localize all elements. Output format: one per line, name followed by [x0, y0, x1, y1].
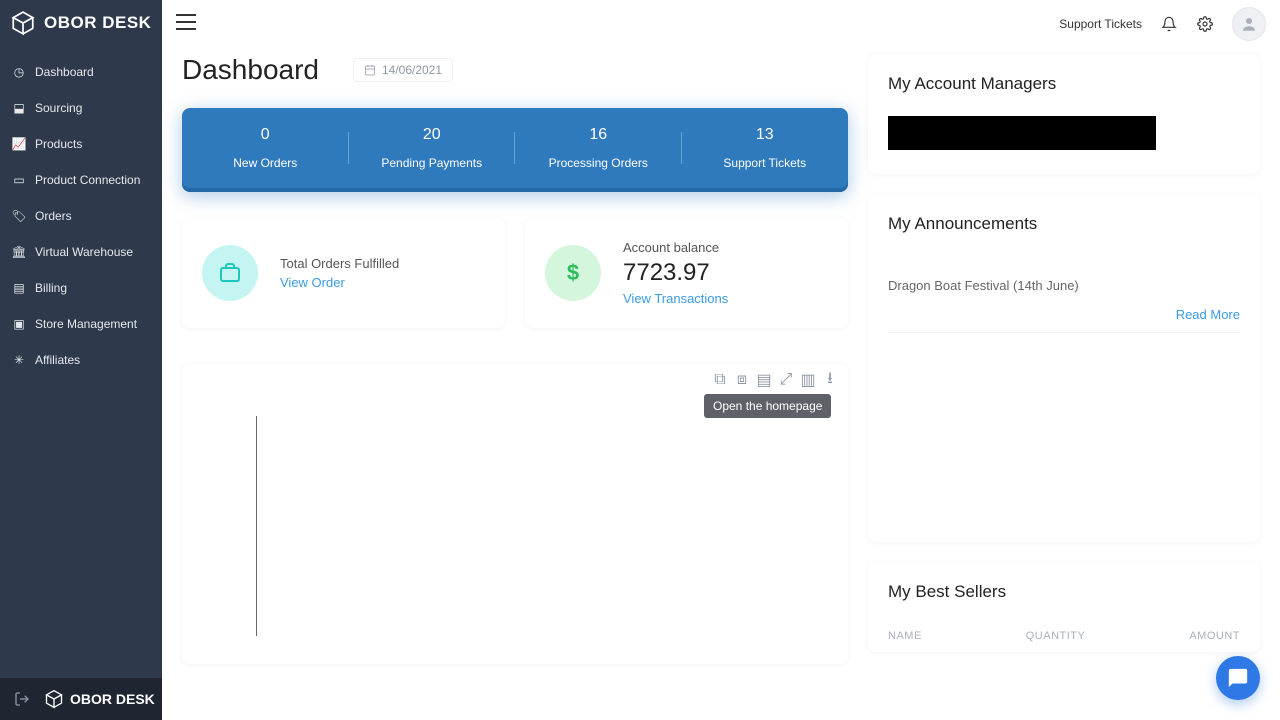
chart-tool-zoom[interactable]: ⤢: [778, 372, 794, 388]
receipt-icon: ▤: [12, 281, 26, 295]
chart-line-icon: 📈: [12, 137, 26, 151]
main: Support Tickets Dashboard 14/06/2021 0Ne…: [162, 0, 1280, 720]
view-order-link[interactable]: View Order: [280, 275, 399, 290]
inbox-icon: ⬓: [12, 101, 26, 115]
sparkle-icon: ✳: [12, 353, 26, 367]
announcements-title: My Announcements: [888, 214, 1240, 234]
cube-icon: [44, 689, 64, 709]
col-name: NAME: [888, 630, 922, 642]
hamburger-icon: [176, 14, 196, 30]
right-column: My Account Managers My Announcements Dra…: [868, 54, 1260, 664]
account-managers-panel: My Account Managers: [868, 54, 1260, 174]
gauge-icon: ◷: [12, 65, 26, 79]
chart-axis: [256, 416, 774, 636]
bottom-bar: OBOR DESK: [0, 678, 162, 720]
sidebar-item-dashboard[interactable]: ◷Dashboard: [0, 54, 162, 90]
managers-title: My Account Managers: [888, 74, 1240, 94]
dollar-icon: $: [545, 245, 601, 301]
col-quantity: QUANTITY: [1026, 630, 1086, 642]
chart-toolbar: ⧉ ⧈ ▤ ⤢ ▥ ⭳: [192, 372, 838, 388]
stat-processing-orders[interactable]: 16Processing Orders: [515, 126, 682, 170]
best-sellers-title: My Best Sellers: [888, 582, 1240, 602]
sidebar-item-orders[interactable]: 🏷Orders: [0, 198, 162, 234]
chart-tool-crop[interactable]: ⧉: [712, 372, 728, 388]
stat-new-orders[interactable]: 0New Orders: [182, 126, 349, 170]
page-title: Dashboard: [182, 54, 319, 86]
chart-tool-expand[interactable]: ⧈: [734, 372, 750, 388]
table-header: NAME QUANTITY AMOUNT: [888, 630, 1240, 642]
bottom-brand[interactable]: OBOR DESK: [44, 689, 155, 709]
menu-toggle[interactable]: [176, 14, 196, 35]
content: Dashboard 14/06/2021 0New Orders 20Pendi…: [162, 48, 1280, 664]
sidebar-item-sourcing[interactable]: ⬓Sourcing: [0, 90, 162, 126]
sidebar-item-affiliates[interactable]: ✳Affiliates: [0, 342, 162, 378]
chat-fab[interactable]: [1216, 656, 1260, 700]
view-transactions-link[interactable]: View Transactions: [623, 291, 728, 306]
logo[interactable]: OBOR DESK: [0, 0, 162, 54]
read-more-link[interactable]: Read More: [888, 307, 1240, 322]
settings-button[interactable]: [1196, 15, 1214, 33]
stats-card: 0New Orders 20Pending Payments 16Process…: [182, 108, 848, 192]
fulfilled-card: Total Orders Fulfilled View Order: [182, 218, 505, 328]
chart-tool-bar[interactable]: ▥: [800, 372, 816, 388]
divider: [888, 332, 1240, 333]
stat-support-tickets[interactable]: 13Support Tickets: [682, 126, 849, 170]
notifications-button[interactable]: [1160, 15, 1178, 33]
cube-icon: [10, 10, 36, 36]
store-icon: ▣: [12, 317, 26, 331]
user-icon: [1240, 15, 1258, 33]
gear-icon: [1197, 16, 1213, 32]
avatar[interactable]: [1232, 7, 1266, 41]
top-right: Support Tickets: [1059, 7, 1266, 41]
sidebar-item-products[interactable]: 📈Products: [0, 126, 162, 162]
manager-redacted: [888, 116, 1156, 150]
link-icon: ▭: [12, 173, 26, 187]
mini-cards-row: Total Orders Fulfilled View Order $ Acco…: [182, 218, 848, 328]
briefcase-icon: [202, 245, 258, 301]
logout-icon: [14, 691, 30, 707]
brand-text: OBOR DESK: [44, 13, 151, 33]
balance-card: $ Account balance 7723.97 View Transacti…: [525, 218, 848, 328]
sidebar-item-product-connection[interactable]: ▭Product Connection: [0, 162, 162, 198]
sidebar-item-store-management[interactable]: ▣Store Management: [0, 306, 162, 342]
fulfilled-title: Total Orders Fulfilled: [280, 256, 399, 271]
tooltip: Open the homepage: [704, 394, 831, 418]
best-sellers-panel: My Best Sellers NAME QUANTITY AMOUNT: [868, 562, 1260, 652]
calendar-icon: [364, 64, 376, 76]
exit-button[interactable]: [0, 691, 44, 707]
support-tickets-link[interactable]: Support Tickets: [1059, 17, 1142, 31]
bell-icon: [1161, 16, 1177, 32]
sidebar-item-virtual-warehouse[interactable]: 🏛Virtual Warehouse: [0, 234, 162, 270]
balance-value: 7723.97: [623, 259, 728, 287]
announcement-item: Dragon Boat Festival (14th June): [888, 278, 1240, 293]
left-column: Dashboard 14/06/2021 0New Orders 20Pendi…: [182, 54, 848, 664]
col-amount: AMOUNT: [1189, 630, 1240, 642]
balance-title: Account balance: [623, 240, 728, 255]
chat-icon: [1227, 667, 1249, 689]
page-header: Dashboard 14/06/2021: [182, 54, 848, 86]
side-nav: ◷Dashboard ⬓Sourcing 📈Products ▭Product …: [0, 54, 162, 378]
date-picker[interactable]: 14/06/2021: [353, 58, 453, 82]
warehouse-icon: 🏛: [12, 245, 26, 259]
tag-icon: 🏷: [12, 209, 26, 223]
announcements-panel: My Announcements Dragon Boat Festival (1…: [868, 194, 1260, 542]
stat-pending-payments[interactable]: 20Pending Payments: [349, 126, 516, 170]
chart-tool-download[interactable]: ⭳: [822, 372, 838, 388]
sidebar: OBOR DESK ◷Dashboard ⬓Sourcing 📈Products…: [0, 0, 162, 720]
chart-tool-list[interactable]: ▤: [756, 372, 772, 388]
topbar: Support Tickets: [162, 0, 1280, 48]
sidebar-item-billing[interactable]: ▤Billing: [0, 270, 162, 306]
